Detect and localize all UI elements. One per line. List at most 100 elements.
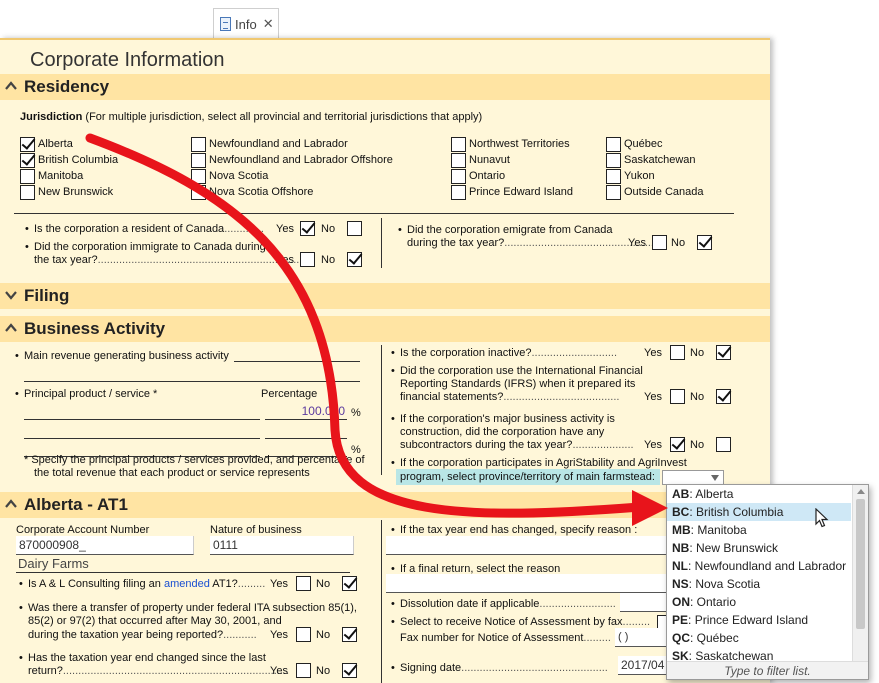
fax-number-input[interactable]: ( ): [615, 628, 668, 647]
transfer-no-checkbox[interactable]: [342, 627, 357, 642]
ifrs-no-checkbox[interactable]: [716, 389, 731, 404]
province-label: Newfoundland and Labrador: [209, 138, 348, 150]
section-business-header[interactable]: Business Activity: [0, 316, 770, 342]
question-amended: Is A & L Consulting filing an amended AT…: [19, 578, 265, 590]
province-checkbox[interactable]: [191, 185, 206, 200]
province-checkbox[interactable]: [451, 137, 466, 152]
question-emigrate-2: during the tax year?....................…: [407, 237, 654, 249]
tab-info[interactable]: Info ✕: [213, 8, 279, 39]
province-checkbox[interactable]: [20, 153, 35, 168]
province-label: Ontario: [469, 170, 506, 182]
option-name: Nova Scotia: [695, 577, 761, 591]
product-input-1[interactable]: [24, 402, 260, 420]
province-label: British Columbia: [38, 154, 119, 166]
question-construction: If the corporation's major business acti…: [391, 413, 615, 425]
option-name: Québec: [696, 631, 739, 645]
province-checkbox[interactable]: [191, 153, 206, 168]
no-label: No: [316, 629, 331, 641]
construction-no-checkbox[interactable]: [716, 437, 731, 452]
corp-account-input[interactable]: 870000908_: [16, 536, 194, 555]
question-inactive: Is the corporation inactive?............…: [391, 347, 617, 359]
province-dropdown-list[interactable]: AB: Alberta BC: British Columbia MB: Manit…: [666, 484, 869, 680]
province-checkbox[interactable]: [606, 153, 621, 168]
province-checkbox[interactable]: [20, 185, 35, 200]
chevron-up-icon: [5, 323, 17, 332]
question-resident: Is the corporation a resident of Canada.…: [25, 223, 264, 235]
province-checkbox[interactable]: [606, 137, 621, 152]
product-input-2[interactable]: [24, 421, 260, 439]
yearend-no-checkbox[interactable]: [342, 663, 357, 678]
dropdown-option[interactable]: ON: Ontario: [667, 593, 851, 611]
province-label: Nunavut: [469, 154, 510, 166]
section-filing-header[interactable]: Filing: [0, 283, 770, 309]
resident-yes-checkbox[interactable]: [300, 221, 315, 236]
province-checkbox[interactable]: [20, 137, 35, 152]
question-transfer-2: 85(2) or 97(2) that occurred after May 3…: [28, 615, 282, 627]
final-return-select[interactable]: [386, 574, 668, 593]
ifrs-yes-checkbox[interactable]: [670, 389, 685, 404]
scroll-thumb[interactable]: [856, 499, 865, 629]
province-checkbox[interactable]: [20, 169, 35, 184]
yearend-yes-checkbox[interactable]: [296, 663, 311, 678]
main-revenue-input[interactable]: [234, 344, 360, 362]
province-checkbox[interactable]: [191, 169, 206, 184]
percentage-input-1[interactable]: 100.000: [265, 402, 347, 420]
dropdown-option[interactable]: NB: New Brunswick: [667, 539, 851, 557]
inactive-no-checkbox[interactable]: [716, 345, 731, 360]
yearend-reason-input[interactable]: [386, 536, 668, 555]
label-dissolution: Dissolution date if applicable..........…: [391, 598, 616, 610]
province-checkbox[interactable]: [606, 185, 621, 200]
section-residency-header[interactable]: Residency: [0, 74, 770, 100]
section-alberta-header[interactable]: Alberta - AT1: [0, 492, 770, 518]
emigrate-yes-checkbox[interactable]: [652, 235, 667, 250]
no-label: No: [316, 665, 331, 677]
yes-label: Yes: [644, 391, 662, 403]
no-label: No: [690, 439, 705, 451]
construction-yes-checkbox[interactable]: [670, 437, 685, 452]
yes-label: Yes: [276, 223, 294, 235]
dissolution-date-input[interactable]: [620, 593, 668, 612]
transfer-yes-checkbox[interactable]: [296, 627, 311, 642]
province-checkbox[interactable]: [451, 169, 466, 184]
signing-date-input[interactable]: 2017/04: [618, 656, 668, 675]
yes-label: Yes: [276, 254, 294, 266]
question-ifrs-3: financial statements?...................…: [400, 391, 620, 403]
nature-input[interactable]: 0111: [210, 536, 354, 555]
province-checkbox[interactable]: [606, 169, 621, 184]
province-checkbox[interactable]: [191, 137, 206, 152]
province-label: Saskatchewan: [624, 154, 696, 166]
dropdown-option[interactable]: NS: Nova Scotia: [667, 575, 851, 593]
dropdown-scrollbar[interactable]: [852, 485, 868, 661]
close-icon[interactable]: ✕: [263, 16, 274, 32]
province-label: New Brunswick: [38, 186, 114, 198]
scroll-up-icon[interactable]: [857, 489, 865, 494]
immigrate-no-checkbox[interactable]: [347, 252, 362, 267]
yes-label: Yes: [270, 578, 288, 590]
province-checkbox[interactable]: [451, 153, 466, 168]
dropdown-option[interactable]: NL: Newfoundland and Labrador: [667, 557, 851, 575]
no-label: No: [671, 237, 686, 249]
dropdown-option[interactable]: AB: Alberta: [667, 485, 851, 503]
percentage-input-2[interactable]: [265, 421, 347, 439]
option-name: Prince Edward Island: [694, 613, 809, 627]
label-percentage: Percentage: [261, 388, 318, 400]
amended-yes-checkbox[interactable]: [296, 576, 311, 591]
immigrate-yes-checkbox[interactable]: [300, 252, 315, 267]
resident-no-checkbox[interactable]: [347, 221, 362, 236]
dropdown-option[interactable]: PE: Prince Edward Island: [667, 611, 851, 629]
province-label: Newfoundland and Labrador Offshore: [209, 154, 393, 166]
business-name-input[interactable]: Dairy Farms: [16, 555, 350, 573]
main-revenue-input-2[interactable]: [24, 364, 360, 382]
chevron-down-icon: [5, 291, 17, 300]
chevron-up-icon: [5, 499, 17, 508]
option-code: NB: [672, 541, 690, 555]
option-code: QC: [672, 631, 690, 645]
inactive-yes-checkbox[interactable]: [670, 345, 685, 360]
province-checkbox[interactable]: [451, 185, 466, 200]
farmstead-select[interactable]: [662, 470, 724, 485]
emigrate-no-checkbox[interactable]: [697, 235, 712, 250]
amended-no-checkbox[interactable]: [342, 576, 357, 591]
product-note-2: the total revenue that each product or s…: [34, 467, 310, 479]
option-name: New Brunswick: [696, 541, 779, 555]
dropdown-option[interactable]: QC: Québec: [667, 629, 851, 647]
